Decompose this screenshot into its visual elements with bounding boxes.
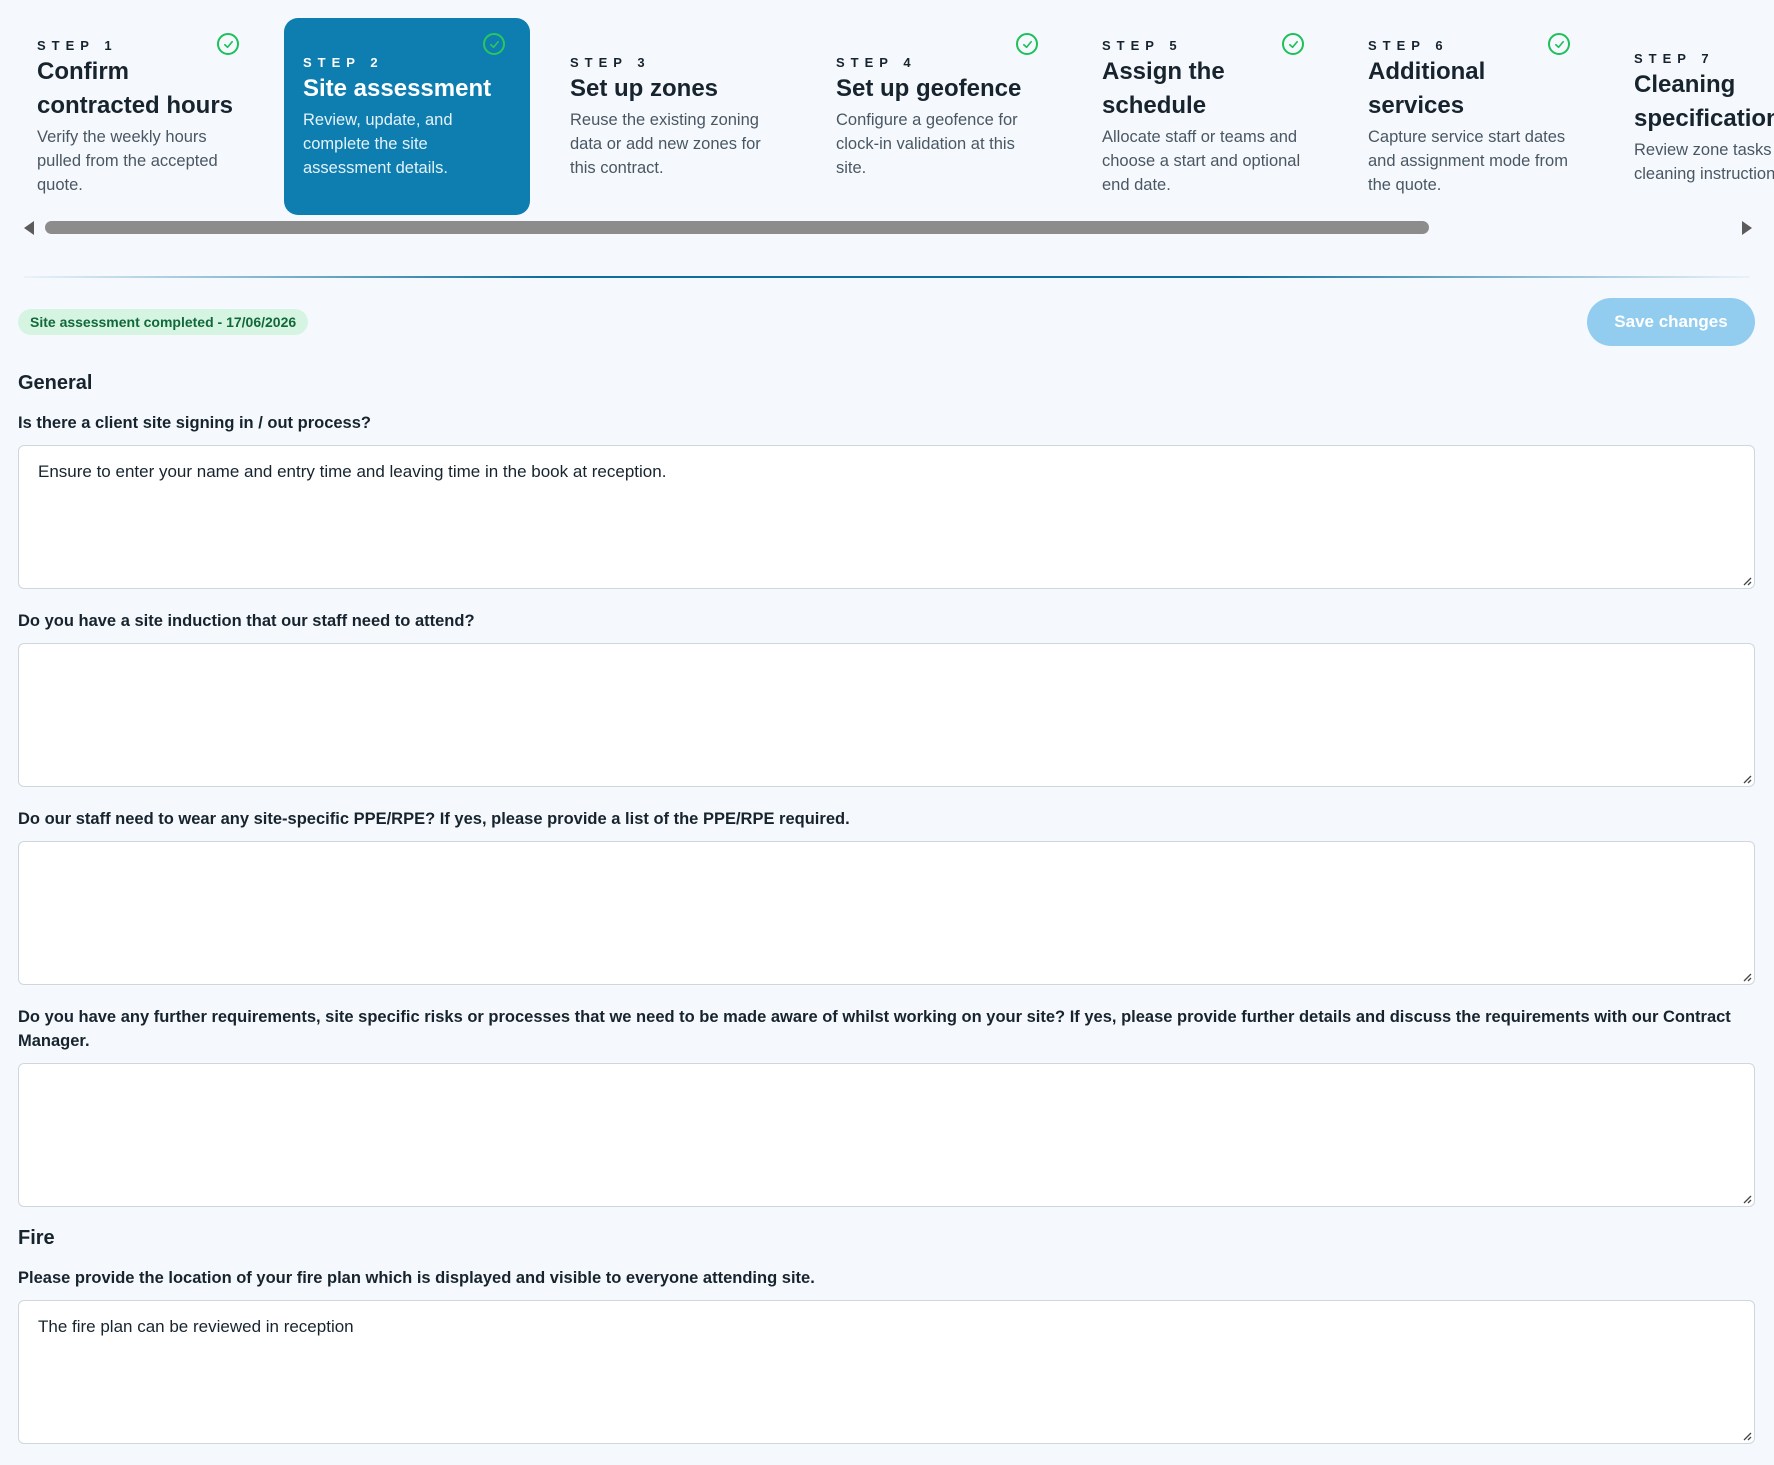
question-label: Please provide the location of your fire… bbox=[18, 1269, 815, 1287]
step-5[interactable]: STEP 5 Assign the schedule Allocate staf… bbox=[1083, 18, 1329, 215]
step-2[interactable]: STEP 2 Site assessment Review, update, a… bbox=[284, 18, 530, 215]
step-title: Set up zones bbox=[570, 75, 719, 102]
status-badge: Site assessment completed - 17/06/2026 bbox=[18, 309, 309, 335]
step-description: Reuse the existing zoning data or add ne… bbox=[570, 111, 761, 177]
step-description: Allocate staff or teams and choose a sta… bbox=[1102, 128, 1301, 194]
section-title-fire: Fire bbox=[18, 1227, 55, 1249]
step-description: Capture service start dates and assignme… bbox=[1368, 128, 1568, 194]
check-circle-icon bbox=[1016, 33, 1038, 55]
divider bbox=[24, 276, 1750, 278]
resize-handle-icon[interactable] bbox=[1740, 1429, 1752, 1441]
step-3[interactable]: STEP 3 Set up zones Reuse the existing z… bbox=[551, 18, 797, 215]
question-label: Do you have a site induction that our st… bbox=[18, 612, 475, 630]
answer-textarea[interactable] bbox=[18, 643, 1755, 787]
step-7[interactable]: STEP 7 Cleaning specification Review zon… bbox=[1615, 18, 1774, 215]
stepper-scrollbar[interactable] bbox=[18, 217, 1758, 237]
save-changes-button[interactable]: Save changes bbox=[1587, 298, 1755, 346]
step-title: Assign the schedule bbox=[1102, 58, 1225, 119]
step-6[interactable]: STEP 6 Additional services Capture servi… bbox=[1349, 18, 1595, 215]
resize-handle-icon[interactable] bbox=[1740, 772, 1752, 784]
stepper: STEP 1 Confirm contracted hours Verify t… bbox=[0, 0, 1774, 220]
step-number: STEP 3 bbox=[570, 55, 651, 70]
check-circle-icon bbox=[1282, 33, 1304, 55]
step-number: STEP 1 bbox=[37, 38, 118, 53]
step-title: Confirm contracted hours bbox=[37, 58, 234, 119]
answer-textarea[interactable] bbox=[18, 1063, 1755, 1207]
resize-handle-icon[interactable] bbox=[1740, 574, 1752, 586]
answer-textarea[interactable]: Ensure to enter your name and entry time… bbox=[18, 445, 1755, 589]
scrollbar-thumb[interactable] bbox=[45, 221, 1429, 234]
resize-handle-icon[interactable] bbox=[1740, 970, 1752, 982]
resize-handle-icon[interactable] bbox=[1740, 1192, 1752, 1204]
step-description: Review, update, and complete the site as… bbox=[303, 111, 453, 177]
check-circle-icon bbox=[1548, 33, 1570, 55]
step-description: Review zone tasks and cleaning instructi… bbox=[1634, 141, 1774, 183]
step-title: Set up geofence bbox=[836, 75, 1022, 102]
answer-text: The fire plan can be reviewed in recepti… bbox=[38, 1317, 354, 1336]
answer-text: Ensure to enter your name and entry time… bbox=[38, 462, 667, 481]
step-4[interactable]: STEP 4 Set up geofence Configure a geofe… bbox=[817, 18, 1063, 215]
check-circle-icon bbox=[217, 33, 239, 55]
question-label: Do our staff need to wear any site-speci… bbox=[18, 810, 850, 828]
step-title: Additional services bbox=[1368, 58, 1486, 119]
step-description: Configure a geofence for clock-in valida… bbox=[836, 111, 1018, 177]
question-label: Do you have any further requirements, si… bbox=[18, 1008, 1731, 1050]
question-label: Is there a client site signing in / out … bbox=[18, 414, 371, 432]
answer-textarea[interactable]: The fire plan can be reviewed in recepti… bbox=[18, 1300, 1755, 1444]
step-title: Cleaning specification bbox=[1634, 71, 1774, 132]
step-number: STEP 6 bbox=[1368, 38, 1449, 53]
check-circle-icon bbox=[483, 33, 505, 55]
section-title-general: General bbox=[18, 372, 93, 394]
scroll-left-arrow-icon[interactable] bbox=[24, 221, 34, 235]
step-1[interactable]: STEP 1 Confirm contracted hours Verify t… bbox=[18, 18, 264, 215]
step-number: STEP 2 bbox=[303, 55, 384, 70]
step-number: STEP 5 bbox=[1102, 38, 1183, 53]
site-assessment-form: General Is there a client site signing i… bbox=[18, 372, 1755, 1464]
answer-textarea[interactable] bbox=[18, 841, 1755, 985]
step-number: STEP 7 bbox=[1634, 51, 1715, 66]
step-description: Verify the weekly hours pulled from the … bbox=[37, 128, 218, 194]
scroll-right-arrow-icon[interactable] bbox=[1742, 221, 1752, 235]
step-title: Site assessment bbox=[303, 75, 492, 102]
step-number: STEP 4 bbox=[836, 55, 917, 70]
